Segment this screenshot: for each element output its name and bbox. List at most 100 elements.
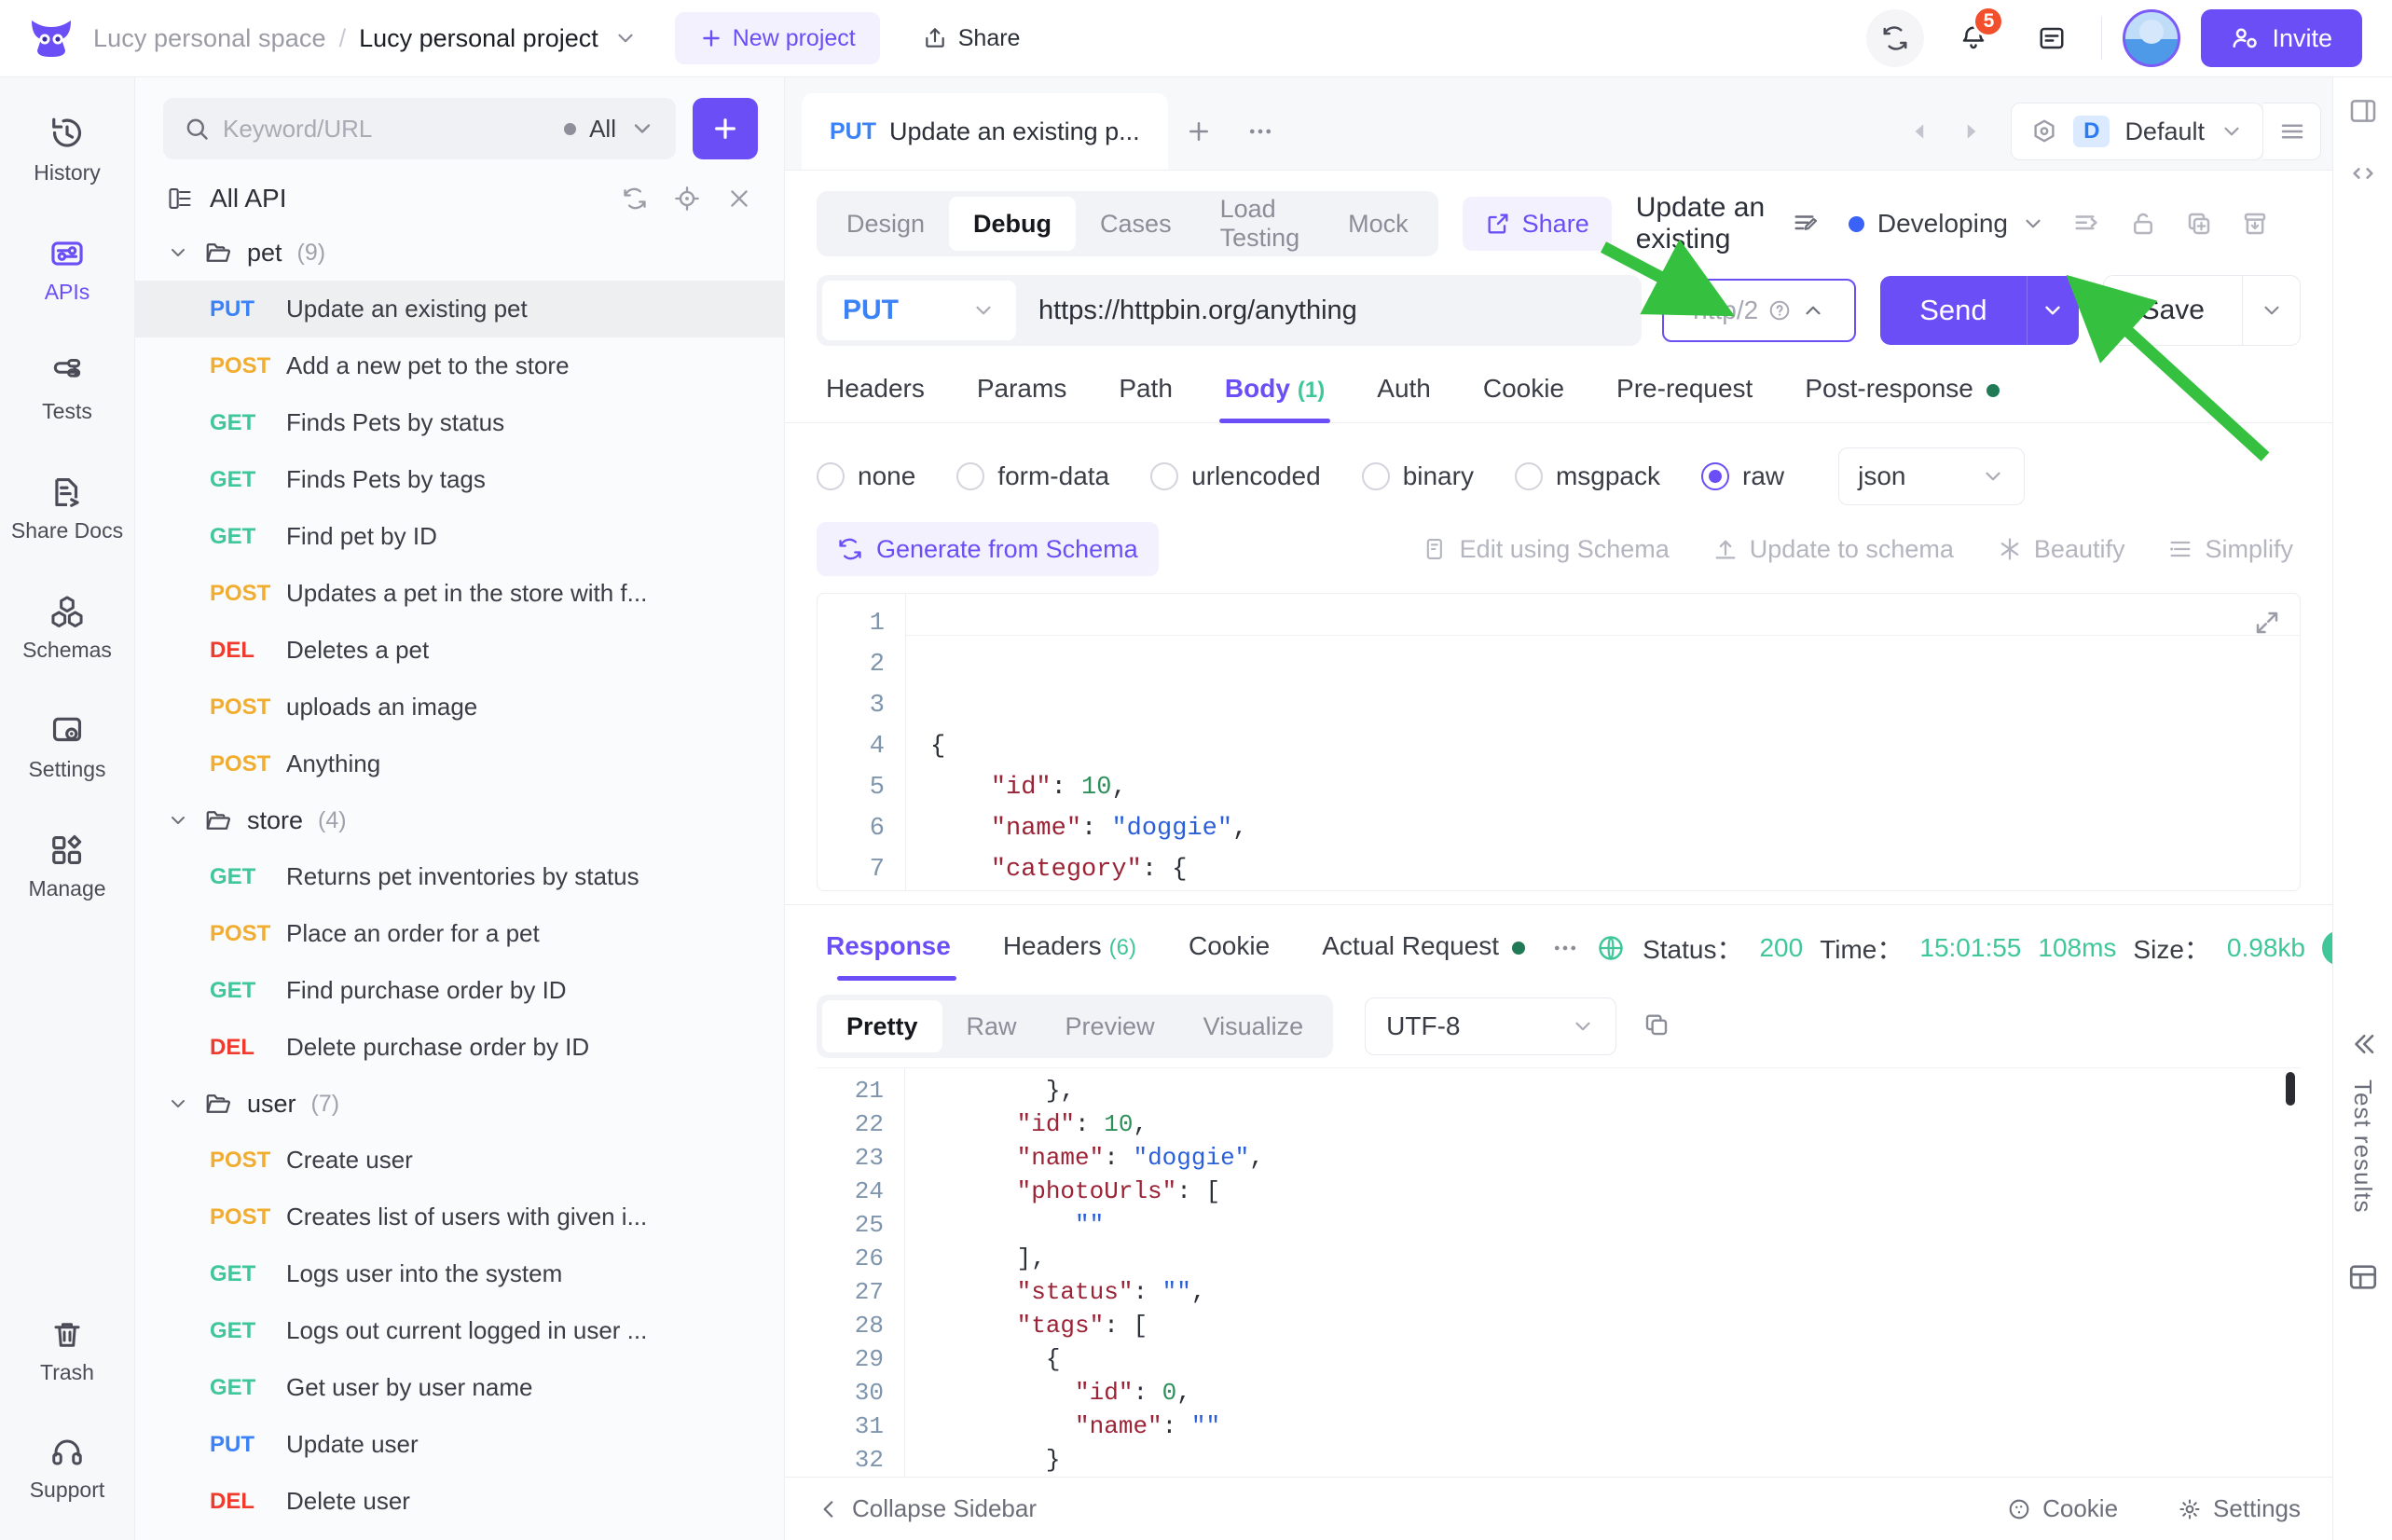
- tree-api-item[interactable]: POST Place an order for a pet: [135, 905, 784, 962]
- filter-label[interactable]: All: [589, 115, 616, 144]
- view-raw[interactable]: Raw: [942, 1000, 1041, 1052]
- tab-post-response[interactable]: Post-response: [1779, 359, 2026, 422]
- send-options-chevron-down-icon[interactable]: [2026, 276, 2079, 345]
- sidebar-item-settings[interactable]: Settings: [0, 700, 135, 795]
- layout-toggle-icon[interactable]: [2347, 1261, 2379, 1298]
- collapse-sidebar-button[interactable]: Collapse Sidebar: [817, 1494, 1037, 1523]
- tree-folder-store[interactable]: store (4): [135, 792, 784, 848]
- status-badge[interactable]: Developing: [1848, 209, 2045, 239]
- tab-auth[interactable]: Auth: [1351, 359, 1457, 422]
- new-tab-plus-icon[interactable]: [1168, 93, 1230, 170]
- tree-api-item[interactable]: GET Find pet by ID: [135, 508, 784, 565]
- breadcrumb-project[interactable]: Lucy personal project: [359, 24, 598, 53]
- code-snippet-icon[interactable]: [2348, 158, 2378, 193]
- tab-load-testing[interactable]: Load Testing: [1196, 195, 1325, 252]
- tab-design[interactable]: Design: [822, 197, 949, 251]
- notes-icon[interactable]: [2023, 9, 2081, 67]
- tab-next-icon[interactable]: [1945, 93, 1996, 170]
- tab-headers[interactable]: Headers: [817, 359, 951, 422]
- test-results-label[interactable]: Test results: [2348, 1079, 2377, 1214]
- tree-api-item[interactable]: GET Returns pet inventories by status: [135, 848, 784, 905]
- notifications-bell-icon[interactable]: 5: [1945, 6, 2005, 67]
- tab-actual-request[interactable]: Actual Request: [1296, 916, 1551, 980]
- collapse-right-icon[interactable]: [2349, 1030, 2377, 1063]
- tree-api-item[interactable]: POST Create user: [135, 1132, 784, 1189]
- response-body[interactable]: 21 22 23 24 25 26 27 28 29 30 31 32 }, "id": 10, "n…: [817, 1067, 2301, 1477]
- tab-more-icon[interactable]: [1230, 93, 1291, 170]
- tab-debug[interactable]: Debug: [949, 197, 1077, 251]
- sidebar-item-share-docs[interactable]: Share Docs: [0, 461, 135, 557]
- tree-api-item[interactable]: PUT Update user: [135, 1416, 784, 1473]
- share-request-button[interactable]: Share: [1462, 197, 1612, 251]
- invite-button[interactable]: Invite: [2201, 9, 2362, 67]
- sidebar-item-trash[interactable]: Trash: [0, 1305, 135, 1398]
- url-input[interactable]: [1016, 295, 1637, 326]
- tab-cases[interactable]: Cases: [1076, 197, 1196, 251]
- response-code-lines[interactable]: }, "id": 10, "name": "doggie", "photoUrl…: [904, 1068, 2301, 1477]
- tree-folder-pet[interactable]: pet (9): [135, 225, 784, 281]
- lock-icon[interactable]: [2129, 210, 2157, 238]
- generate-from-schema-button[interactable]: Generate from Schema: [817, 522, 1159, 576]
- view-visualize[interactable]: Visualize: [1179, 1000, 1328, 1052]
- search-box[interactable]: All: [163, 98, 676, 159]
- tree-api-item[interactable]: GET Logs user into the system: [135, 1245, 784, 1302]
- body-format-selector[interactable]: json: [1838, 447, 2026, 505]
- sidebar-item-history[interactable]: History: [0, 103, 135, 199]
- save-options-chevron-down-icon[interactable]: [2242, 276, 2300, 345]
- tab-response-cookie[interactable]: Cookie: [1162, 916, 1296, 980]
- tree-api-item[interactable]: GET Get user by user name: [135, 1359, 784, 1416]
- tree-api-item[interactable]: GET Finds Pets by tags: [135, 451, 784, 508]
- environment-selector[interactable]: D Default: [2011, 103, 2263, 160]
- sidebar-item-tests[interactable]: Tests: [0, 342, 135, 437]
- method-selector[interactable]: PUT: [822, 281, 1016, 340]
- tab-path[interactable]: Path: [1093, 359, 1199, 422]
- tree-api-item[interactable]: POST Updates a pet in the store with f..…: [135, 565, 784, 622]
- project-chevron-down-icon[interactable]: [613, 26, 638, 50]
- view-preview[interactable]: Preview: [1041, 1000, 1179, 1052]
- sync-icon[interactable]: [1866, 9, 1925, 67]
- tree-api-item[interactable]: POST Add a new pet to the store: [135, 337, 784, 394]
- api-tree-scroll[interactable]: pet (9) PUT Update an existing pet POST …: [135, 225, 784, 1540]
- tab-cookie[interactable]: Cookie: [1457, 359, 1590, 422]
- sidebar-item-apis[interactable]: APIs: [0, 223, 135, 318]
- request-code-lines[interactable]: { "id": 10, "name": "doggie", "category"…: [905, 594, 2300, 890]
- sidebar-item-manage[interactable]: Manage: [0, 819, 135, 914]
- edit-description-icon[interactable]: [1793, 210, 1821, 238]
- response-scrollbar[interactable]: [2286, 1072, 2295, 1106]
- body-type-binary[interactable]: binary: [1361, 461, 1474, 491]
- right-panel-toggle-icon[interactable]: [2348, 96, 2378, 131]
- update-to-schema-button[interactable]: Update to schema: [1712, 535, 1954, 564]
- tree-api-item[interactable]: GET Find purchase order by ID: [135, 962, 784, 1019]
- tab-prev-icon[interactable]: [1895, 93, 1945, 170]
- body-type-msgpack[interactable]: msgpack: [1514, 461, 1660, 491]
- tab-pre-request[interactable]: Pre-request: [1590, 359, 1779, 422]
- new-project-button[interactable]: New project: [674, 12, 880, 64]
- tree-api-item[interactable]: POST uploads an image: [135, 679, 784, 736]
- tree-api-item[interactable]: GET Logs out current logged in user ...: [135, 1302, 784, 1359]
- tab-mock[interactable]: Mock: [1324, 197, 1433, 251]
- avatar[interactable]: [2123, 9, 2181, 67]
- share-header-button[interactable]: Share: [900, 12, 1043, 64]
- tree-api-item[interactable]: POST Creates list of users with given i.…: [135, 1189, 784, 1245]
- tree-api-item[interactable]: DEL Deletes a pet: [135, 622, 784, 679]
- http-version-selector[interactable]: http/2: [1662, 279, 1857, 342]
- beautify-button[interactable]: Beautify: [1997, 535, 2124, 564]
- indent-icon[interactable]: [2073, 210, 2101, 238]
- copy-response-icon[interactable]: [1643, 1011, 1670, 1043]
- edit-using-schema-button[interactable]: Edit using Schema: [1423, 535, 1670, 564]
- tab-response-headers[interactable]: Headers (6): [977, 916, 1162, 980]
- encoding-selector[interactable]: UTF-8: [1365, 997, 1617, 1055]
- tree-api-item[interactable]: PUT Update an existing pet: [135, 281, 784, 337]
- body-type-none[interactable]: none: [817, 461, 915, 491]
- footer-cookie-button[interactable]: Cookie: [2007, 1494, 2118, 1523]
- sidebar-item-support[interactable]: Support: [0, 1423, 135, 1516]
- tree-api-item[interactable]: GET Finds Pets by status: [135, 394, 784, 451]
- tree-api-item[interactable]: DEL Delete purchase order by ID: [135, 1019, 784, 1076]
- tab-body[interactable]: Body (1): [1199, 359, 1351, 423]
- tree-api-item[interactable]: DEL Delete user: [135, 1473, 784, 1530]
- tab-response[interactable]: Response: [817, 916, 977, 981]
- sidebar-item-schemas[interactable]: Schemas: [0, 581, 135, 676]
- duplicate-icon[interactable]: [2185, 210, 2213, 238]
- tree-folder-user[interactable]: user (7): [135, 1076, 784, 1132]
- environment-menu-icon[interactable]: [2263, 103, 2321, 160]
